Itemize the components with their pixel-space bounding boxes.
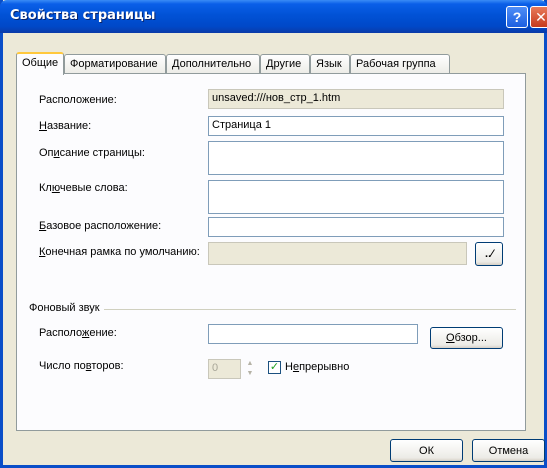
title-label: Название:	[39, 120, 92, 132]
spin-up-icon: ▲	[246, 360, 254, 367]
tab-label: Язык	[316, 58, 342, 70]
browse-button-label: Обзор...	[446, 332, 487, 344]
help-button[interactable]: ?	[506, 6, 528, 28]
continuous-label: Непрерывно	[285, 361, 350, 373]
default-target-frame-field	[208, 242, 467, 265]
tab-other[interactable]: Другие	[260, 54, 310, 74]
base-location-label: Базовое расположение:	[39, 220, 162, 232]
spin-down-icon: ▼	[246, 370, 254, 377]
cancel-button-label: Отмена	[488, 444, 529, 457]
tab-general[interactable]: Общие	[16, 52, 64, 75]
location-label: Расположение:	[39, 94, 117, 106]
loop-count-input: 0	[208, 359, 241, 379]
keywords-input[interactable]	[208, 180, 504, 214]
ok-button-label: ОК	[419, 444, 434, 457]
close-icon: ✕	[535, 8, 547, 25]
tab-formatting[interactable]: Форматирование	[64, 54, 166, 74]
tab-label: Форматирование	[70, 58, 158, 70]
description-label: Описание страницы:	[39, 147, 145, 159]
close-button[interactable]: ✕	[530, 6, 547, 28]
loop-count-label: Число повторов:	[39, 360, 124, 372]
description-input[interactable]	[208, 141, 504, 175]
page-properties-dialog: Свойства страницы ? ✕ Общие Форматирован…	[0, 0, 547, 468]
sound-location-label: Расположение:	[39, 327, 117, 339]
cancel-button[interactable]: Отмена	[472, 439, 545, 462]
ok-button[interactable]: ОК	[390, 439, 463, 462]
sound-location-input[interactable]	[208, 324, 418, 344]
tab-label: Дополнительно	[172, 58, 252, 70]
background-sound-group-label: Фоновый звук	[29, 302, 100, 314]
title-input[interactable]: Страница 1	[208, 116, 504, 136]
location-field: unsaved:///нов_стр_1.htm	[208, 89, 504, 109]
tab-label: Рабочая группа	[356, 58, 436, 70]
tab-label: Общие	[22, 57, 59, 69]
tab-label: Другие	[266, 58, 302, 70]
browse-button[interactable]: Обзор...	[430, 327, 503, 349]
target-frame-button[interactable]: ..⁄	[475, 242, 503, 266]
continuous-checkbox[interactable]: ✓	[268, 361, 281, 374]
default-target-frame-label: Конечная рамка по умолчанию:	[39, 246, 200, 258]
tab-language[interactable]: Язык	[310, 54, 350, 74]
title-bar[interactable]: Свойства страницы ? ✕	[0, 0, 547, 33]
base-location-input[interactable]	[208, 217, 504, 237]
keywords-label: Ключевые слова:	[39, 182, 128, 194]
general-tab-panel: Расположение: unsaved:///нов_стр_1.htm Н…	[16, 73, 526, 431]
pencil-icon: ..⁄	[485, 248, 493, 260]
help-icon: ?	[512, 9, 522, 25]
group-separator	[104, 309, 516, 310]
dialog-title: Свойства страницы	[10, 8, 156, 23]
tab-advanced[interactable]: Дополнительно	[166, 54, 260, 74]
checkmark-icon: ✓	[269, 361, 280, 373]
tab-workgroup[interactable]: Рабочая группа	[350, 54, 450, 74]
loop-count-spinner: ▲ ▼	[243, 359, 257, 379]
